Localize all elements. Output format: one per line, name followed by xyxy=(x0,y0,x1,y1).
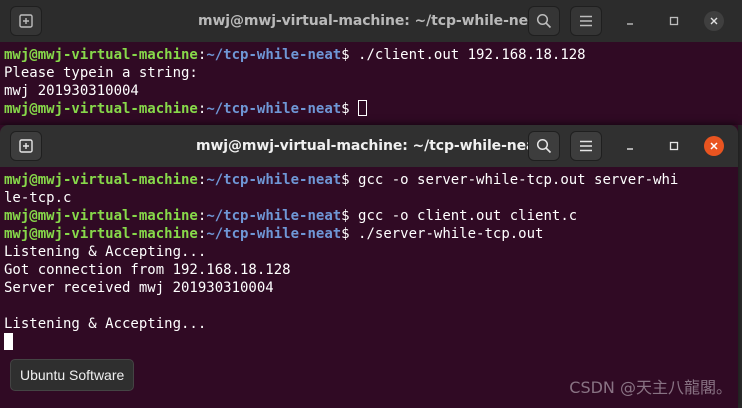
user-host: mwj@mwj-virtual-machine xyxy=(4,47,198,63)
search-button[interactable] xyxy=(528,131,560,161)
minimize-icon xyxy=(627,148,633,150)
terminal-output[interactable]: mwj@mwj-virtual-machine:~/tcp-while-neat… xyxy=(0,167,738,351)
text-cursor xyxy=(4,333,13,350)
terminal-text: $ gcc -o server-while-tcp.out server-whi xyxy=(341,172,679,188)
terminal-text: $ ./server-while-tcp.out xyxy=(341,226,544,242)
current-path: ~/tcp-while-neat xyxy=(206,226,342,242)
search-icon xyxy=(536,13,552,29)
terminal-line: mwj@mwj-virtual-machine:~/tcp-while-neat… xyxy=(4,171,738,189)
titlebar[interactable]: mwj@mwj-virtual-machine: ~/tcp-while-nea… xyxy=(0,125,738,167)
terminal-window-back[interactable]: mwj@mwj-virtual-machine: ~/tcp-while-nea… xyxy=(0,0,742,125)
hamburger-menu-icon xyxy=(580,15,592,27)
terminal-line: mwj@mwj-virtual-machine:~/tcp-while-neat… xyxy=(4,225,738,243)
terminal-line: mwj@mwj-virtual-machine:~/tcp-while-neat… xyxy=(4,46,742,64)
maximize-icon xyxy=(669,16,679,26)
current-path: ~/tcp-while-neat xyxy=(206,101,342,117)
terminal-line: mwj@mwj-virtual-machine:~/tcp-while-neat… xyxy=(4,100,742,118)
user-host: mwj@mwj-virtual-machine xyxy=(4,208,198,224)
terminal-text: $ ./client.out 192.168.18.128 xyxy=(341,47,586,63)
terminal-line: Please typein a string: xyxy=(4,64,742,82)
menu-button[interactable] xyxy=(570,131,602,161)
terminal-text: $ gcc -o client.out client.c xyxy=(341,208,578,224)
terminal-line: Got connection from 192.168.18.128 xyxy=(4,261,738,279)
user-host: mwj@mwj-virtual-machine xyxy=(4,226,198,242)
close-icon xyxy=(710,142,718,150)
terminal-text: Server received mwj 201930310004 xyxy=(4,280,274,296)
minimize-icon xyxy=(627,23,633,25)
ubuntu-software-tooltip: Ubuntu Software xyxy=(10,359,135,391)
text-cursor xyxy=(358,100,368,116)
terminal-text: le-tcp.c xyxy=(4,190,72,206)
terminal-line xyxy=(4,333,738,351)
terminal-text: Please typein a string: xyxy=(4,65,198,81)
close-button[interactable] xyxy=(704,136,724,156)
close-button[interactable] xyxy=(704,11,724,31)
terminal-text: Listening & Accepting... xyxy=(4,244,207,260)
maximize-button[interactable] xyxy=(664,136,684,156)
terminal-text: Got connection from 192.168.18.128 xyxy=(4,262,291,278)
hamburger-menu-icon xyxy=(580,140,592,152)
current-path: ~/tcp-while-neat xyxy=(206,47,342,63)
minimize-button[interactable] xyxy=(620,11,640,31)
close-icon xyxy=(710,17,718,25)
minimize-button[interactable] xyxy=(620,136,640,156)
terminal-line: Server received mwj 201930310004 xyxy=(4,279,738,297)
terminal-line: le-tcp.c xyxy=(4,189,738,207)
terminal-text: $ xyxy=(341,101,359,117)
watermark: CSDN @天主八龍閣。 xyxy=(569,378,732,397)
titlebar[interactable]: mwj@mwj-virtual-machine: ~/tcp-while-nea… xyxy=(0,0,742,42)
terminal-text: Listening & Accepting... xyxy=(4,316,207,332)
terminal-text: mwj 201930310004 xyxy=(4,83,139,99)
terminal-line: mwj@mwj-virtual-machine:~/tcp-while-neat… xyxy=(4,207,738,225)
user-host: mwj@mwj-virtual-machine xyxy=(4,172,198,188)
current-path: ~/tcp-while-neat xyxy=(206,172,342,188)
current-path: ~/tcp-while-neat xyxy=(206,208,342,224)
maximize-icon xyxy=(669,141,679,151)
user-host: mwj@mwj-virtual-machine xyxy=(4,101,198,117)
search-button[interactable] xyxy=(528,6,560,36)
maximize-button[interactable] xyxy=(664,11,684,31)
terminal-output[interactable]: mwj@mwj-virtual-machine:~/tcp-while-neat… xyxy=(0,42,742,118)
terminal-line: mwj 201930310004 xyxy=(4,82,742,100)
menu-button[interactable] xyxy=(570,6,602,36)
terminal-line: Listening & Accepting... xyxy=(4,243,738,261)
search-icon xyxy=(536,138,552,154)
terminal-line: Listening & Accepting... xyxy=(4,315,738,333)
